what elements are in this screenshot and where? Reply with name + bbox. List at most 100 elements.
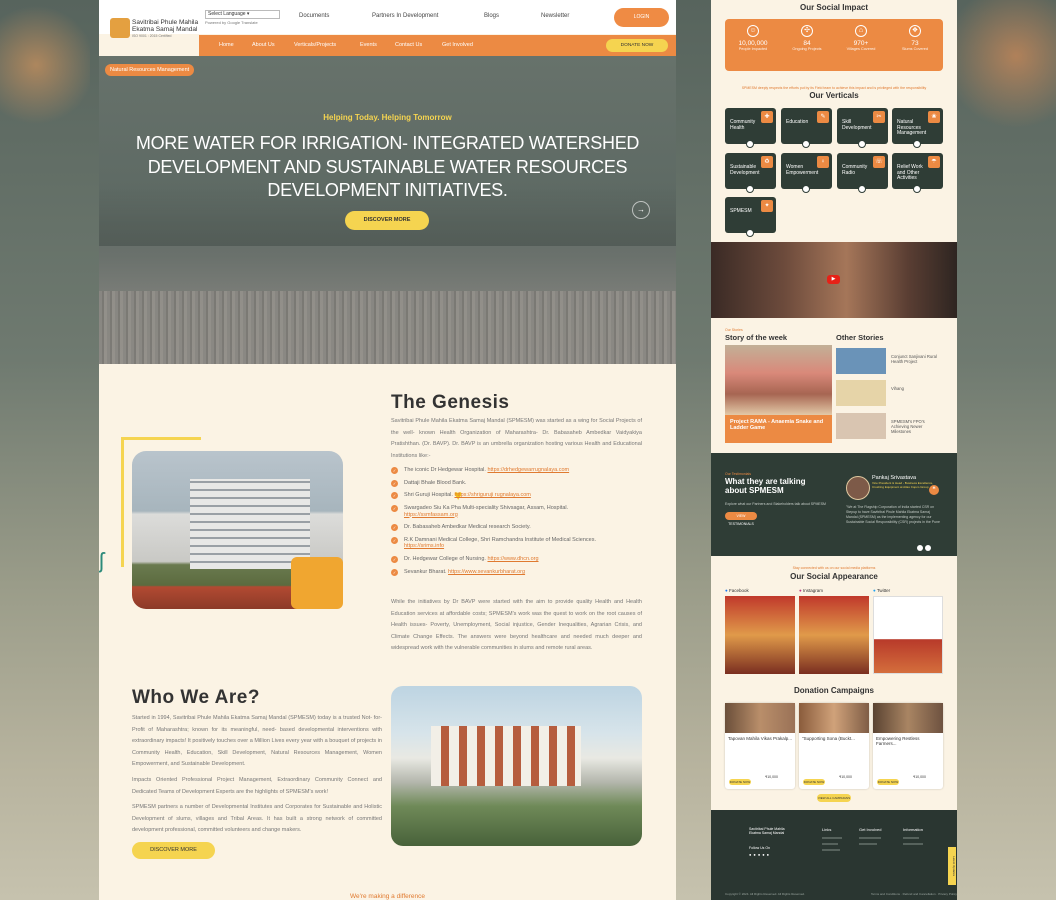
play-icon[interactable]: ▶ — [827, 275, 840, 284]
nav-verticals[interactable]: Verticals/Projects — [294, 42, 336, 48]
vertical-icon: ☂ — [928, 156, 940, 168]
nav-contact[interactable]: Contact Us — [395, 42, 422, 48]
hero-category-chip[interactable]: Natural Resources Management — [105, 64, 195, 76]
donate-button[interactable]: DONATE NOW — [803, 779, 825, 785]
story-thumbnail — [836, 380, 886, 406]
homepage-right-panel: Our Social Impact ☺ 10,00,000 People Impac… — [711, 0, 957, 900]
other-story-item[interactable]: Vihang — [836, 380, 943, 406]
nav-about[interactable]: About Us — [252, 42, 275, 48]
list-item: ✓ Dattaji Bhale Blood Bank. — [391, 479, 467, 487]
institution-link[interactable]: https://srims.info — [404, 543, 444, 549]
social-icons[interactable]: ●●●●● — [749, 852, 771, 857]
testimonials-section: Our Testimonials What they are talking a… — [711, 453, 957, 556]
view-all-campaigns-button[interactable]: VIEW ALL CAMPAIGNS — [817, 794, 851, 802]
doodle-icon: ʃ — [99, 548, 104, 573]
footer-link-placeholder[interactable] — [822, 837, 842, 839]
footer-link-placeholder[interactable] — [822, 843, 838, 845]
top-nav-blogs[interactable]: Blogs — [484, 13, 499, 19]
footer-link-placeholder[interactable] — [903, 837, 919, 839]
story-thumbnail — [836, 348, 886, 374]
vertical-dot — [858, 185, 866, 193]
facebook-post[interactable] — [725, 596, 795, 674]
institution-link[interactable]: https://www.sevankurbharat.org — [448, 569, 525, 575]
facebook-feed[interactable]: ● Facebook — [725, 588, 795, 674]
check-icon: ✓ — [391, 536, 398, 544]
hero-title: MORE WATER FOR IRRIGATION- INTEGRATED WA… — [135, 133, 640, 200]
next-slide-icon[interactable]: → — [632, 201, 650, 219]
carousel-dot[interactable] — [925, 545, 931, 551]
hero-banner: Natural Resources Management Helping Tod… — [99, 56, 676, 364]
institution-link[interactable]: https://drhedgewarrugnalaya.com — [487, 467, 569, 473]
vertical-card[interactable]: Community Health ✚ — [725, 108, 776, 148]
project-icon: ✣ — [801, 25, 813, 37]
instagram-post[interactable] — [799, 596, 869, 674]
vertical-icon: ✦ — [761, 200, 773, 212]
story-week-image[interactable] — [725, 345, 832, 415]
top-nav-partners[interactable]: Partners In Development — [372, 13, 438, 19]
logo-icon[interactable] — [110, 18, 130, 38]
quote-icon: ❝ — [929, 485, 939, 495]
other-story-item[interactable]: SPMESM's FPO's Achieving Newer Milestone… — [836, 413, 943, 439]
carousel-dot[interactable] — [917, 545, 923, 551]
impact-stat: ☺ 10,00,000 People Impacted — [738, 25, 768, 51]
vertical-card[interactable]: SPMESM ✦ — [725, 197, 776, 237]
institution-link[interactable]: https://www.dhcn.org — [487, 556, 538, 562]
institution-link[interactable]: https://ssmfassam.org — [404, 512, 458, 518]
view-testimonials-button[interactable]: VIEW TESTIMONIALS — [725, 512, 757, 526]
story-week-caption[interactable]: Project RAMA - Anaemia Snake and Ladder … — [725, 415, 832, 443]
footer-link-placeholder[interactable] — [859, 843, 877, 845]
donation-card[interactable]: Empowering Restless Farmers... ₹10,000 DON… — [873, 703, 943, 789]
footer-link-placeholder[interactable] — [859, 837, 881, 839]
nav-home[interactable]: Home — [219, 42, 234, 48]
vertical-card[interactable]: Relief Work and Other Activities ☂ — [892, 153, 943, 193]
donation-card[interactable]: "Supporting Sona (Buckt... ₹10,000 DONATE … — [799, 703, 869, 789]
twitter-post[interactable] — [873, 596, 943, 674]
top-nav-newsletter[interactable]: Newsletter — [541, 13, 569, 19]
genesis-title: The Genesis — [391, 392, 510, 413]
donation-card[interactable]: Tapovan Mahila Vikas Prakalp... ₹10,000 DO… — [725, 703, 795, 789]
instagram-feed[interactable]: ● Instagram — [799, 588, 869, 674]
nav-get-involved[interactable]: Get Involved — [442, 42, 473, 48]
vertical-card[interactable]: Natural Resources Management ❀ — [892, 108, 943, 148]
testimonials-title: What they are talking about SPMESM — [725, 477, 806, 495]
footer-follow: Follow Us On — [749, 846, 771, 850]
other-story-item[interactable]: Conjunct Sanjivani Rural Health Project — [836, 348, 943, 374]
language-select[interactable]: Select Language ▾ — [205, 10, 280, 19]
nav-events[interactable]: Events — [360, 42, 377, 48]
impact-stat: ⌂ 970+ Villages Covered — [846, 25, 876, 51]
genesis-intro: Savitribai Phule Mahila Ekatma Samaj Man… — [391, 418, 642, 459]
instagram-icon: ● — [799, 588, 802, 593]
footer-policies[interactable]: Terms and Conditions · Refund and Cancel… — [871, 892, 957, 896]
twitter-feed[interactable]: ● Twitter — [873, 588, 943, 674]
check-icon: ✓ — [391, 467, 398, 474]
donation-image — [799, 703, 869, 733]
donate-button[interactable]: DONATE NOW — [877, 779, 899, 785]
hero-discover-button[interactable]: DISCOVER MORE — [345, 211, 429, 230]
who-discover-button[interactable]: DISCOVER MORE — [132, 842, 215, 859]
donate-button[interactable]: DONATE NOW — [729, 779, 751, 785]
social-kicker: Stay connected with us on our social med… — [792, 566, 876, 570]
latest-updates-tab[interactable]: Latest Updates — [948, 847, 956, 885]
vertical-card[interactable]: Education ✎ — [781, 108, 832, 148]
check-icon: ✓ — [391, 492, 398, 500]
check-icon: ✓ — [391, 479, 398, 487]
login-button[interactable]: LOGIN — [614, 8, 669, 27]
testimonials-kicker: Our Testimonials — [725, 472, 752, 476]
check-icon: ✓ — [391, 524, 398, 532]
vertical-card[interactable]: Skill Development ✂ — [837, 108, 888, 148]
list-item: ✓ Dr. Hedgewar College of Nursing. https:… — [391, 556, 539, 564]
who-we-are-title: Who We Are? — [132, 687, 260, 708]
institution-link[interactable]: https://shriguruji rugnalaya.com — [454, 492, 530, 498]
check-icon: ✓ — [391, 505, 398, 513]
vertical-card[interactable]: Sustainable Development ♻ — [725, 153, 776, 193]
donate-now-button[interactable]: DONATE NOW — [606, 39, 668, 52]
footer-link-placeholder[interactable] — [822, 849, 840, 851]
building-shape — [431, 726, 581, 786]
top-nav-documents[interactable]: Documents — [299, 13, 329, 19]
carousel-dots[interactable] — [917, 538, 933, 556]
video-player[interactable]: ▶ — [711, 242, 957, 318]
vertical-card[interactable]: Community Radio ☏ — [837, 153, 888, 193]
vertical-card[interactable]: Women Empowerment ♀ — [781, 153, 832, 193]
vertical-dot — [746, 185, 754, 193]
footer-link-placeholder[interactable] — [903, 843, 923, 845]
